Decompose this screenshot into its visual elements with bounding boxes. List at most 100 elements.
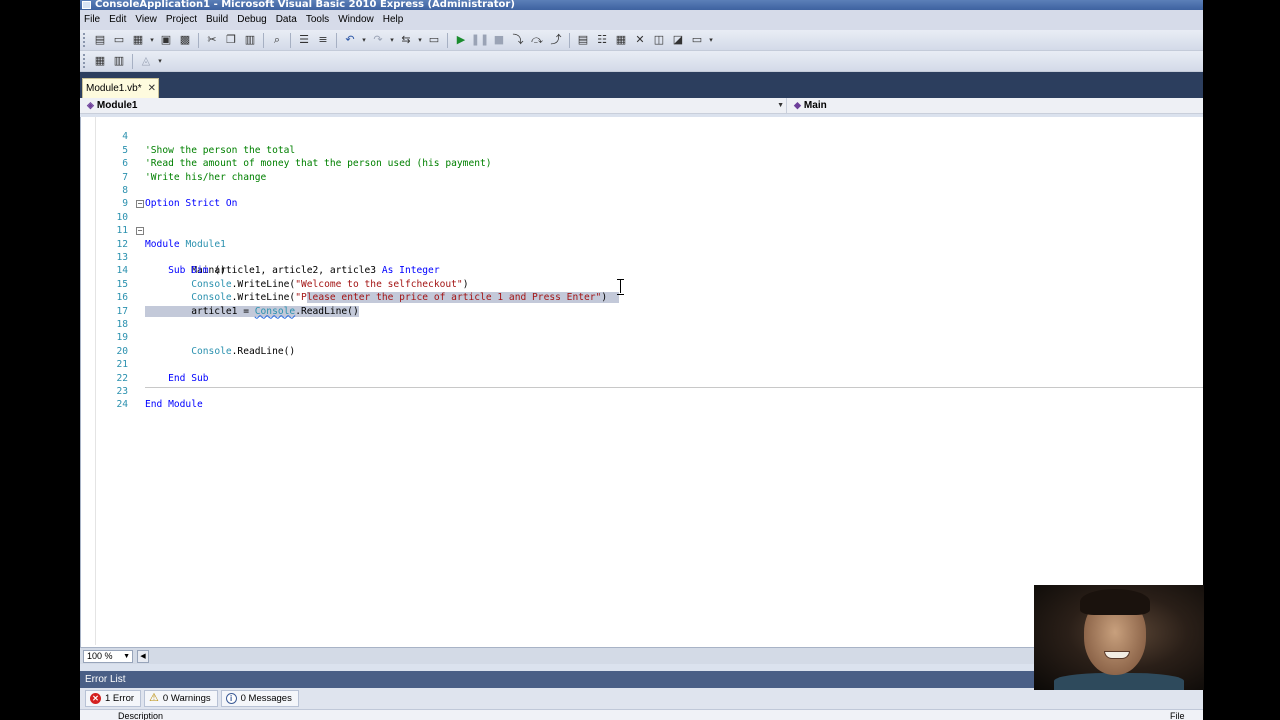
- toolbar-grip[interactable]: [83, 33, 86, 47]
- toolbar-grip[interactable]: [83, 54, 86, 68]
- column-file[interactable]: File: [1170, 711, 1185, 720]
- save-all-icon[interactable]: ▩: [177, 32, 193, 48]
- method-name-dropdown[interactable]: ◆ Main: [787, 98, 1203, 113]
- dropdown-arrow-icon[interactable]: ▾: [149, 32, 155, 48]
- toolbar-separator: [290, 32, 291, 48]
- code-line: 22: [81, 358, 1203, 384]
- redo-icon[interactable]: ↷: [370, 32, 386, 48]
- error-list-filters: ✕ 1 Error ⚠ 0 Warnings i 0 Messages: [80, 688, 1203, 709]
- menu-file[interactable]: File: [82, 10, 107, 30]
- info-icon: i: [225, 693, 237, 704]
- copy-icon[interactable]: ❐: [223, 32, 239, 48]
- messages-filter-button[interactable]: i 0 Messages: [220, 690, 299, 707]
- find-icon[interactable]: ⌕: [269, 32, 285, 48]
- close-icon[interactable]: ✕: [148, 80, 156, 98]
- code-line: 7: [81, 157, 1203, 183]
- error-icon: ✕: [90, 693, 101, 704]
- code-line: 11: [81, 211, 1203, 236]
- toolbar-separator: [198, 32, 199, 48]
- save-icon[interactable]: ▣: [158, 32, 174, 48]
- webcam-overlay: [1034, 585, 1204, 690]
- code-line: 21 End Sub: [81, 345, 1203, 383]
- toolbox-icon[interactable]: ✕: [632, 32, 648, 48]
- toolbar-separator: [132, 53, 133, 69]
- solution-explorer-icon[interactable]: ▤: [575, 32, 591, 48]
- step-over-icon[interactable]: ⤼: [529, 32, 545, 48]
- code-line: 4 'Show the person the total: [81, 117, 1203, 155]
- comment-icon[interactable]: ☰: [296, 32, 312, 48]
- title-bar: ConsoleApplication1 - Microsoft Visual B…: [80, 0, 1203, 10]
- messages-count: 0 Messages: [240, 693, 292, 704]
- start-debugging-icon[interactable]: ▶: [453, 32, 469, 48]
- collapse-icon[interactable]: −: [136, 200, 144, 209]
- toolbar-separator: [263, 32, 264, 48]
- properties-icon[interactable]: ☷: [594, 32, 610, 48]
- text-editor-toolbar: ▦ ▥ ◬ ▾: [80, 51, 1203, 72]
- menu-project[interactable]: Project: [164, 10, 204, 30]
- code-line: 10 − Module Module1: [81, 197, 1203, 250]
- code-line: 15 Console.WriteLine("Please enter the p…: [81, 264, 1203, 304]
- toolbar-options-icon[interactable]: ▾: [157, 53, 163, 69]
- menu-view[interactable]: View: [133, 10, 164, 30]
- add-item-icon[interactable]: ▦: [130, 32, 146, 48]
- chevron-down-icon: ▼: [123, 652, 130, 660]
- paste-icon[interactable]: ▥: [242, 32, 258, 48]
- format-table-icon[interactable]: ▦: [92, 53, 108, 69]
- menu-data[interactable]: Data: [274, 10, 304, 30]
- menu-window[interactable]: Window: [336, 10, 381, 30]
- code-line: 24: [81, 385, 1203, 410]
- column-description[interactable]: Description: [118, 711, 163, 720]
- new-project-icon[interactable]: ▤: [92, 32, 108, 48]
- menu-edit[interactable]: Edit: [107, 10, 133, 30]
- menu-debug[interactable]: Debug: [235, 10, 273, 30]
- code-line: 19 Console.ReadLine(): [81, 318, 1203, 356]
- navigate-icon[interactable]: ⇆: [398, 32, 414, 48]
- navigation-bar: ◈ Module1 ▼ ◆ Main: [80, 98, 1203, 114]
- menu-help[interactable]: Help: [381, 10, 411, 30]
- dropdown-arrow-icon[interactable]: ▾: [361, 32, 367, 48]
- code-line: 13 Dim article1, article2, article3 As I…: [81, 238, 1203, 276]
- object-browser-icon[interactable]: ▦: [613, 32, 629, 48]
- code-line: 9: [81, 184, 1203, 209]
- align-icon[interactable]: ◬: [138, 53, 154, 69]
- vb-app-icon: [82, 1, 91, 9]
- code-line: 17: [81, 291, 1203, 317]
- database-explorer-icon[interactable]: ◫: [651, 32, 667, 48]
- menu-tools[interactable]: Tools: [304, 10, 336, 30]
- zoom-dropdown[interactable]: 100 % ▼: [83, 649, 133, 663]
- dropdown-arrow-icon[interactable]: ▾: [389, 32, 395, 48]
- method-icon: ◆: [794, 100, 801, 110]
- warnings-filter-button[interactable]: ⚠ 0 Warnings: [144, 690, 218, 707]
- open-file-icon[interactable]: ▭: [111, 32, 127, 48]
- toolbar-separator: [447, 32, 448, 48]
- cut-icon[interactable]: ✂: [204, 32, 220, 48]
- extension-manager-icon[interactable]: ◪: [670, 32, 686, 48]
- window-icon[interactable]: ▭: [689, 32, 705, 48]
- dropdown-arrow-icon[interactable]: ▾: [417, 32, 423, 48]
- document-tab-strip: Module1.vb* ✕: [80, 72, 1203, 98]
- pause-icon[interactable]: ❚❚: [471, 32, 489, 48]
- step-into-icon[interactable]: ⤵: [510, 32, 526, 48]
- collapse-icon[interactable]: −: [136, 227, 144, 236]
- errors-filter-button[interactable]: ✕ 1 Error: [85, 690, 142, 707]
- uncomment-icon[interactable]: ≡: [315, 32, 331, 48]
- error-list-header: Description File: [80, 709, 1203, 720]
- undo-icon[interactable]: ↶: [342, 32, 358, 48]
- code-line: 16 article1 = Console.ReadLine(): [81, 278, 1203, 317]
- line-number: 24: [116, 399, 128, 411]
- grid-icon[interactable]: ▥: [111, 53, 127, 69]
- step-out-icon[interactable]: ⤴: [548, 32, 564, 48]
- ibeam-cursor: [616, 279, 625, 295]
- menu-build[interactable]: Build: [204, 10, 235, 30]
- zoom-value: 100 %: [87, 650, 113, 661]
- code-editor[interactable]: 4 'Show the person the total 5 'Read the…: [80, 117, 1203, 647]
- step-icon[interactable]: ▭: [426, 32, 442, 48]
- tab-module1-vb[interactable]: Module1.vb* ✕: [82, 78, 159, 98]
- code-line: 12 − Sub Main(): [81, 224, 1203, 277]
- class-name-dropdown[interactable]: ◈ Module1 ▼: [80, 98, 787, 113]
- toolbar-options-icon[interactable]: ▾: [708, 32, 714, 48]
- code-line: 14 Console.WriteLine("Welcome to the sel…: [81, 251, 1203, 289]
- stop-icon[interactable]: ■: [491, 32, 507, 48]
- menu-bar: File Edit View Project Build Debug Data …: [80, 10, 1203, 30]
- scroll-left-button[interactable]: ◀: [137, 649, 149, 663]
